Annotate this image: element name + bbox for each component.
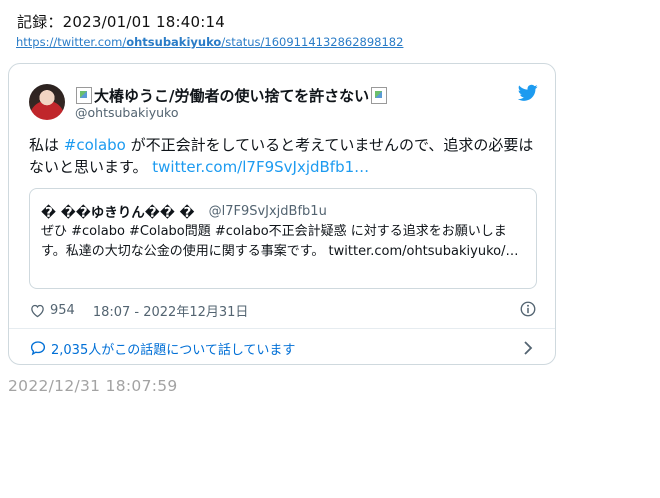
broken-image-icon <box>371 86 388 104</box>
speech-bubble-icon <box>30 341 46 356</box>
quoted-tweet-text: ぜひ #colabo #Colabo問題 #colabo不正会計疑惑 に対する追… <box>41 224 519 259</box>
author-display-name: 大椿ゆうこ/労働者の使い捨てを許さない <box>94 86 370 105</box>
tweet-meta-row: 954 18:07 - 2022年12月31日 <box>29 300 248 320</box>
info-icon[interactable] <box>519 300 537 318</box>
tweet-timestamp[interactable]: 18:07 - 2022年12月31日 <box>93 301 249 320</box>
card-divider <box>9 328 555 329</box>
tweet-text-before: 私は <box>29 136 64 154</box>
conversation-text: 2,035人がこの話題について話しています <box>51 342 296 358</box>
source-url-user: ohtsubakiyuko <box>126 35 222 49</box>
quoted-tweet[interactable]: � ��ゆきりん�� � @l7F9SvJxjdBfb1u ぜひ #colabo… <box>29 188 537 289</box>
avatar[interactable] <box>29 84 65 120</box>
hashtag-colabo-link[interactable]: #colabo <box>64 136 126 154</box>
post-time: 2022/12/31 18:07:59 <box>8 377 178 395</box>
author-name-row[interactable]: 大椿ゆうこ/労働者の使い捨てを許さない <box>76 84 388 106</box>
tweet-url-link[interactable]: twitter.com/l7F9SvJxjdBfb1… <box>152 158 369 176</box>
quoted-author-name: � ��ゆきりん�� � <box>41 205 195 221</box>
like-count[interactable]: 954 <box>50 303 75 318</box>
source-url-suffix: /status/1609114132862898182 <box>221 35 404 49</box>
embedded-tweet-card: 大椿ゆうこ/労働者の使い捨てを許さない @ohtsubakiyuko 私は #c… <box>8 63 556 365</box>
record-timestamp: 記録：2023/01/01 18:40:14 <box>17 13 225 31</box>
quoted-tweet-header: � ��ゆきりん�� � @l7F9SvJxjdBfb1u <box>41 201 327 222</box>
tweet-text: 私は #colabo が不正会計をしていると考えていませんので、追求の必要はない… <box>29 134 539 178</box>
chevron-right-icon[interactable] <box>521 339 535 357</box>
author-handle[interactable]: @ohtsubakiyuko <box>75 105 178 120</box>
broken-image-icon <box>76 86 92 104</box>
heart-icon[interactable] <box>29 302 46 319</box>
twitter-bird-icon[interactable] <box>518 84 538 102</box>
source-url-link[interactable]: https://twitter.com/ohtsubakiyuko/status… <box>16 35 403 49</box>
conversation-link[interactable]: 2,035人がこの話題について話しています <box>29 338 295 358</box>
quoted-author-handle: @l7F9SvJxjdBfb1u <box>208 203 327 219</box>
source-url-prefix: https://twitter.com/ <box>16 35 127 49</box>
